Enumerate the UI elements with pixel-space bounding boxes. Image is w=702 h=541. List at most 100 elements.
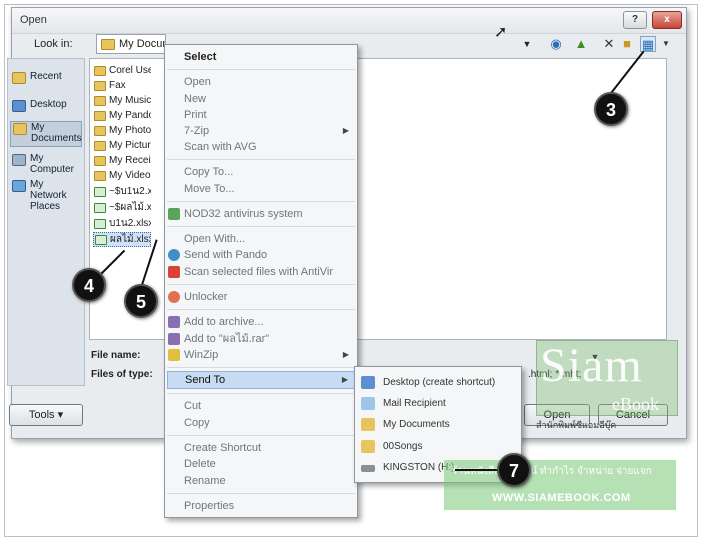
menu-item-nod32[interactable]: NOD32 antivirus system — [167, 206, 355, 222]
menu-item-7zip[interactable]: 7-Zip ▶ — [167, 123, 355, 139]
menu-item-open[interactable]: Open — [167, 74, 355, 90]
menu-item-send-pando[interactable]: Send with Pando — [167, 247, 355, 263]
submenu-label: My Documents — [383, 419, 450, 430]
menu-item-properties[interactable]: Properties — [167, 498, 355, 514]
list-item[interactable]: My Receiv — [93, 154, 151, 169]
callout-4: 4 — [72, 268, 106, 302]
sendto-desktop[interactable]: Desktop (create shortcut) — [357, 373, 519, 393]
menu-separator — [167, 69, 355, 70]
menu-item-select[interactable]: Select — [167, 49, 355, 65]
file-label: My Pando — [109, 110, 151, 121]
list-item[interactable]: ~$บ1น2.x — [93, 185, 151, 200]
menu-item-winzip[interactable]: WinZip ▶ — [167, 347, 355, 363]
place-network[interactable]: My Network Places — [10, 179, 82, 212]
place-label: Desktop — [30, 99, 67, 110]
folder-icon — [361, 440, 375, 453]
menu-item-open-with[interactable]: Open With... — [167, 231, 355, 247]
list-item[interactable]: My Photo — [93, 124, 151, 139]
callout-5: 5 — [124, 284, 158, 318]
tools-button[interactable]: Tools ▾ — [9, 404, 83, 426]
help-button[interactable]: ? — [623, 11, 647, 29]
list-item[interactable]: ~$ผลไม้.xl — [93, 201, 151, 216]
sendto-my-documents[interactable]: My Documents — [357, 415, 519, 435]
menu-item-copy-to[interactable]: Copy To... — [167, 164, 355, 180]
mail-icon — [361, 397, 375, 410]
place-recent[interactable]: Recent — [10, 71, 82, 84]
list-item-selected[interactable]: ผลไม้.xlsx — [93, 232, 151, 247]
folder-icon — [94, 171, 106, 181]
menu-separator — [167, 201, 355, 202]
winrar-icon — [168, 333, 180, 345]
menu-item-delete[interactable]: Delete — [167, 456, 355, 472]
unlocker-icon — [168, 291, 180, 303]
menu-item-new[interactable]: New — [167, 91, 355, 107]
menu-item-create-shortcut[interactable]: Create Shortcut — [167, 440, 355, 456]
file-label: ~$ผลไม้.xl — [109, 202, 151, 213]
menu-item-label: Add to "ผลไม้.rar" — [184, 333, 270, 345]
menu-item-scan-antivir[interactable]: Scan selected files with AntiVir — [167, 264, 355, 280]
folder-icon — [101, 39, 115, 50]
menu-item-move-to[interactable]: Move To... — [167, 181, 355, 197]
submenu-label: Mail Recipient — [383, 398, 446, 409]
look-in-combo[interactable]: My Documents — [96, 34, 166, 54]
menu-item-rename[interactable]: Rename — [167, 473, 355, 489]
desktop-icon — [361, 376, 375, 389]
place-my-computer[interactable]: My Computer — [10, 153, 82, 175]
chevron-down-icon[interactable]: ▼ — [516, 34, 538, 54]
watermark-band-text: ร้านหนังสือออนไลน์ ทำกำไร จำหน่าย จ่ายแจ… — [452, 466, 652, 477]
menu-item-send-to[interactable]: Send To ▶ — [167, 371, 355, 389]
menu-item-label: Scan selected files with AntiVir — [184, 266, 333, 278]
winrar-icon — [168, 316, 180, 328]
folder-icon — [94, 66, 106, 76]
back-icon[interactable]: ◉ — [548, 36, 564, 52]
menu-item-add-archive[interactable]: Add to archive... — [167, 314, 355, 330]
antivir-icon — [168, 266, 180, 278]
title-bar: Open ? x — [12, 8, 686, 34]
submenu-arrow-icon: ▶ — [341, 375, 348, 384]
excel-file-icon — [94, 203, 106, 213]
sendto-mail[interactable]: Mail Recipient — [357, 394, 519, 414]
views-dropdown-icon[interactable]: ▼ — [658, 36, 674, 52]
menu-item-cut[interactable]: Cut — [167, 398, 355, 414]
callout-3: 3 — [594, 92, 628, 126]
list-item[interactable]: Corel Use — [93, 64, 151, 79]
place-label: My Network Places — [30, 179, 67, 212]
menu-separator — [167, 284, 355, 285]
delete-icon[interactable]: ✕ — [601, 36, 617, 52]
network-icon — [12, 180, 26, 192]
pando-icon — [168, 249, 180, 261]
callout-line — [455, 469, 500, 471]
menu-item-scan-avg[interactable]: Scan with AVG — [167, 139, 355, 155]
folder-icon — [94, 156, 106, 166]
place-label: My Documents — [31, 122, 82, 144]
sendto-00songs[interactable]: 00Songs — [357, 437, 519, 457]
watermark-small-text: สำนักพิมพ์ซีแอมอีบุ๊ค — [536, 420, 617, 430]
new-folder-icon[interactable]: ■ — [619, 36, 635, 52]
menu-item-print[interactable]: Print — [167, 107, 355, 123]
close-button[interactable]: x — [652, 11, 682, 29]
menu-item-label: Send with Pando — [184, 249, 268, 261]
submenu-label: 00Songs — [383, 441, 423, 452]
file-label: Fax — [109, 80, 126, 91]
up-folder-icon[interactable]: ▲ — [573, 36, 589, 52]
winzip-icon — [168, 349, 180, 361]
excel-file-icon — [94, 187, 106, 197]
place-desktop[interactable]: Desktop — [10, 99, 82, 112]
callout-7: 7 — [497, 453, 531, 487]
menu-item-add-rar[interactable]: Add to "ผลไม้.rar" — [167, 331, 355, 347]
file-label: My Photo — [109, 125, 151, 136]
list-item[interactable]: My Video — [93, 169, 151, 184]
place-my-documents[interactable]: My Documents — [10, 121, 82, 147]
list-item[interactable]: Fax — [93, 79, 151, 94]
menu-item-label: WinZip — [184, 349, 219, 361]
menu-item-copy[interactable]: Copy — [167, 415, 355, 431]
menu-item-label: Unlocker — [184, 291, 228, 303]
file-name-label: File name: — [91, 350, 141, 361]
menu-item-unlocker[interactable]: Unlocker — [167, 289, 355, 305]
list-item[interactable]: บ1น2.xlsx — [93, 217, 151, 232]
folder-icon — [94, 141, 106, 151]
list-item[interactable]: My Music — [93, 94, 151, 109]
list-item[interactable]: My Picture — [93, 139, 151, 154]
list-item[interactable]: My Pando — [93, 109, 151, 124]
usb-drive-icon — [361, 465, 375, 472]
